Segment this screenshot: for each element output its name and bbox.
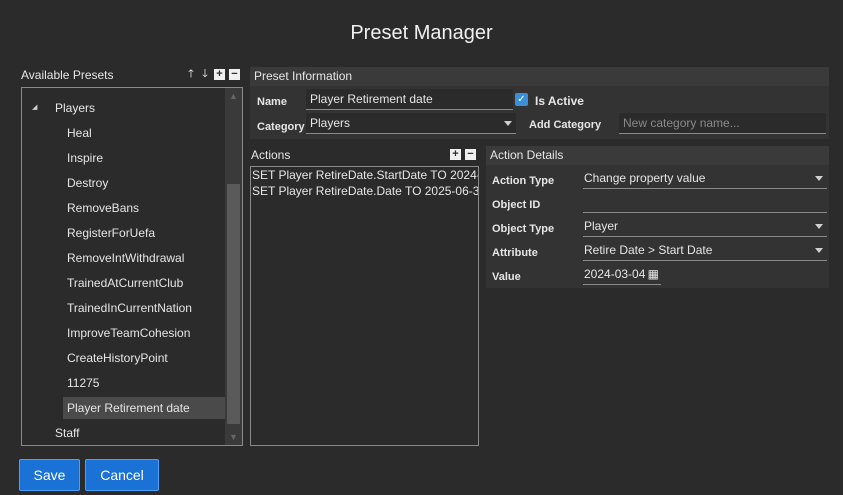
chevron-down-icon bbox=[815, 224, 823, 229]
tree-expander-icon[interactable]: ◢ bbox=[32, 97, 37, 119]
actions-heading: Actions bbox=[251, 148, 291, 162]
presets-toolbar: 🡑 🡓 + − bbox=[186, 68, 240, 80]
value-date: 2024-03-04 bbox=[584, 267, 646, 281]
cancel-button[interactable]: Cancel bbox=[85, 459, 159, 491]
tree-item-label: Inspire bbox=[67, 151, 104, 165]
tree-item[interactable]: Player Retirement date bbox=[63, 397, 225, 419]
presets-scrollbar[interactable]: ▲ ▼ bbox=[225, 88, 242, 445]
preset-info-panel: Preset Information Name Player Retiremen… bbox=[250, 67, 829, 139]
tree-item-label: Players bbox=[55, 101, 96, 115]
action-details-panel: Action Details Action Type Change proper… bbox=[486, 146, 829, 288]
tree-item[interactable]: ImproveTeamCohesion bbox=[63, 322, 213, 344]
window-title: Preset Manager bbox=[350, 22, 493, 44]
tree-item[interactable]: TrainedInCurrentNation bbox=[63, 297, 213, 319]
action-type-dropdown[interactable]: Change property value bbox=[583, 168, 827, 189]
tree-item[interactable]: CreateHistoryPoint bbox=[63, 347, 213, 369]
attribute-label: Attribute bbox=[492, 247, 538, 259]
name-input[interactable]: Player Retirement date bbox=[306, 89, 513, 110]
move-down-icon[interactable]: 🡓 bbox=[200, 68, 210, 80]
tree-item-label: TrainedInCurrentNation bbox=[67, 301, 192, 315]
tree-item[interactable]: RemoveIntWithdrawal bbox=[63, 247, 213, 269]
action-type-value: Change property value bbox=[584, 171, 706, 185]
value-date-picker[interactable]: 2024-03-04 ▦ bbox=[583, 264, 661, 285]
tree-item[interactable]: Destroy bbox=[63, 172, 213, 194]
save-button[interactable]: Save bbox=[19, 459, 80, 491]
preset-info-heading: Preset Information bbox=[250, 67, 829, 86]
object-id-input[interactable] bbox=[583, 192, 827, 213]
tree-item[interactable]: Heal bbox=[63, 122, 213, 144]
action-details-heading: Action Details bbox=[486, 146, 829, 165]
presets-header: Available Presets 🡑 🡓 + − bbox=[21, 67, 242, 83]
category-label: Category bbox=[257, 121, 305, 133]
object-type-label: Object Type bbox=[492, 223, 555, 235]
tree-item-label: Destroy bbox=[67, 176, 109, 190]
scroll-up-icon[interactable]: ▲ bbox=[225, 88, 242, 104]
scroll-thumb[interactable] bbox=[227, 184, 240, 424]
category-value: Players bbox=[310, 116, 351, 130]
tree-item[interactable]: Inspire bbox=[63, 147, 213, 169]
object-type-dropdown[interactable]: Player bbox=[583, 216, 827, 237]
is-active-label: Is Active bbox=[535, 94, 584, 108]
add-category-input[interactable]: New category name... bbox=[619, 113, 826, 134]
tree-category[interactable]: ◢ Players bbox=[32, 97, 205, 119]
attribute-value: Retire Date > Start Date bbox=[584, 243, 713, 257]
tree-item[interactable]: RemoveBans bbox=[63, 197, 213, 219]
actions-list[interactable]: SET Player RetireDate.StartDate TO 2024-… bbox=[250, 166, 479, 446]
object-type-value: Player bbox=[584, 219, 619, 233]
value-label: Value bbox=[492, 271, 521, 283]
presets-heading: Available Presets bbox=[21, 68, 114, 82]
chevron-down-icon bbox=[815, 248, 823, 253]
tree-item-label: ImproveTeamCohesion bbox=[67, 326, 191, 340]
name-label: Name bbox=[257, 96, 287, 108]
remove-preset-button[interactable]: − bbox=[229, 68, 240, 80]
action-item[interactable]: SET Player RetireDate.Date TO 2025-06-30… bbox=[252, 184, 478, 198]
tree-category[interactable]: Staff bbox=[55, 422, 205, 444]
remove-action-button[interactable]: − bbox=[465, 149, 476, 160]
presets-tree[interactable]: ◢ Players Heal Inspire Destroy RemoveBans Regi… bbox=[21, 87, 243, 446]
is-active-checkbox[interactable]: ✓ bbox=[515, 93, 528, 106]
tree-item-label: TrainedAtCurrentClub bbox=[67, 276, 184, 290]
tree-item[interactable]: TrainedAtCurrentClub bbox=[63, 272, 213, 294]
add-preset-button[interactable]: + bbox=[214, 68, 225, 80]
calendar-icon[interactable]: ▦ bbox=[648, 264, 659, 285]
tree-item-label: Staff bbox=[55, 426, 80, 440]
action-type-label: Action Type bbox=[492, 175, 555, 187]
add-category-label: Add Category bbox=[529, 119, 602, 131]
move-up-icon[interactable]: 🡑 bbox=[186, 68, 196, 80]
add-action-button[interactable]: + bbox=[450, 149, 461, 160]
chevron-down-icon bbox=[504, 121, 512, 126]
tree-item-label: CreateHistoryPoint bbox=[67, 351, 168, 365]
object-id-label: Object ID bbox=[492, 199, 541, 211]
attribute-dropdown[interactable]: Retire Date > Start Date bbox=[583, 240, 827, 261]
tree-item-label: RegisterForUefa bbox=[67, 226, 156, 240]
tree-item-label: 11275 bbox=[67, 376, 100, 390]
tree-item-label: Heal bbox=[67, 126, 92, 140]
category-dropdown[interactable]: Players bbox=[306, 113, 516, 134]
tree-item[interactable]: RegisterForUefa bbox=[63, 222, 213, 244]
tree-item-label: RemoveIntWithdrawal bbox=[67, 251, 185, 265]
tree-item-label: RemoveBans bbox=[67, 201, 140, 215]
scroll-down-icon[interactable]: ▼ bbox=[225, 429, 242, 445]
tree-item[interactable]: 11275 bbox=[63, 372, 213, 394]
action-item[interactable]: SET Player RetireDate.StartDate TO 2024-… bbox=[252, 168, 478, 182]
tree-item-label: Player Retirement date bbox=[67, 401, 190, 415]
actions-header: Actions + − bbox=[250, 146, 479, 164]
chevron-down-icon bbox=[815, 176, 823, 181]
